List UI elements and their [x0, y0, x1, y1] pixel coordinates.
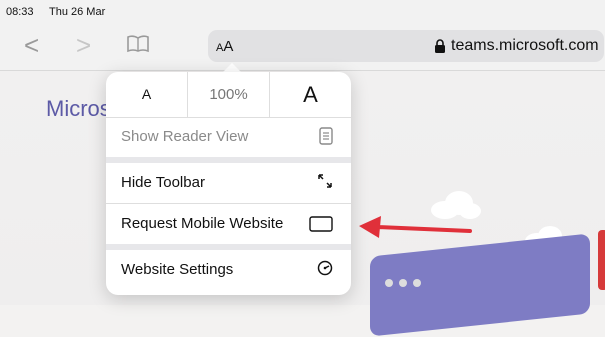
menu-item-website-settings[interactable]: Website Settings [106, 250, 351, 290]
expand-arrows-icon [317, 173, 333, 194]
menu-item-label: Request Mobile Website [121, 215, 284, 232]
back-button[interactable]: < [24, 32, 39, 58]
menu-item-label: Website Settings [121, 261, 234, 278]
font-size-row: A 100% A [106, 72, 351, 118]
decrease-font-button[interactable]: A [106, 72, 187, 117]
text-size-button[interactable]: AA [216, 38, 233, 55]
annotation-arrow [359, 216, 472, 238]
menu-item-hide-toolbar[interactable]: Hide Toolbar [106, 163, 351, 203]
illustration-edge [598, 230, 605, 290]
reader-view-icon [319, 127, 333, 150]
url-text: teams.microsoft.com [451, 37, 599, 54]
status-bar: 08:33 Thu 26 Mar [0, 0, 605, 22]
status-time: 08:33 [6, 6, 34, 18]
menu-item-label: Hide Toolbar [121, 174, 205, 191]
menu-item-label: Show Reader View [121, 128, 249, 145]
menu-item-show-reader-view[interactable]: Show Reader View [106, 117, 351, 157]
zoom-level: 100% [209, 86, 248, 103]
page-settings-popover: A 100% A Show Reader View Hide Toolbar R… [106, 72, 351, 295]
page-title: Micros [46, 96, 111, 121]
text-size-large-a: A [223, 38, 234, 55]
browser-toolbar: < > AA teams.microsoft.com [0, 22, 605, 71]
lock-icon [434, 39, 446, 58]
address-bar[interactable]: AA teams.microsoft.com [208, 30, 604, 62]
book-icon[interactable] [126, 35, 150, 58]
status-date: Thu 26 Mar [49, 6, 106, 18]
window-dots [385, 274, 427, 292]
forward-button[interactable]: > [76, 32, 91, 58]
mobile-frame-icon [309, 216, 333, 237]
increase-font-button[interactable]: A [270, 72, 351, 117]
settings-gauge-icon [317, 260, 333, 281]
menu-item-request-mobile-website[interactable]: Request Mobile Website [106, 204, 351, 244]
